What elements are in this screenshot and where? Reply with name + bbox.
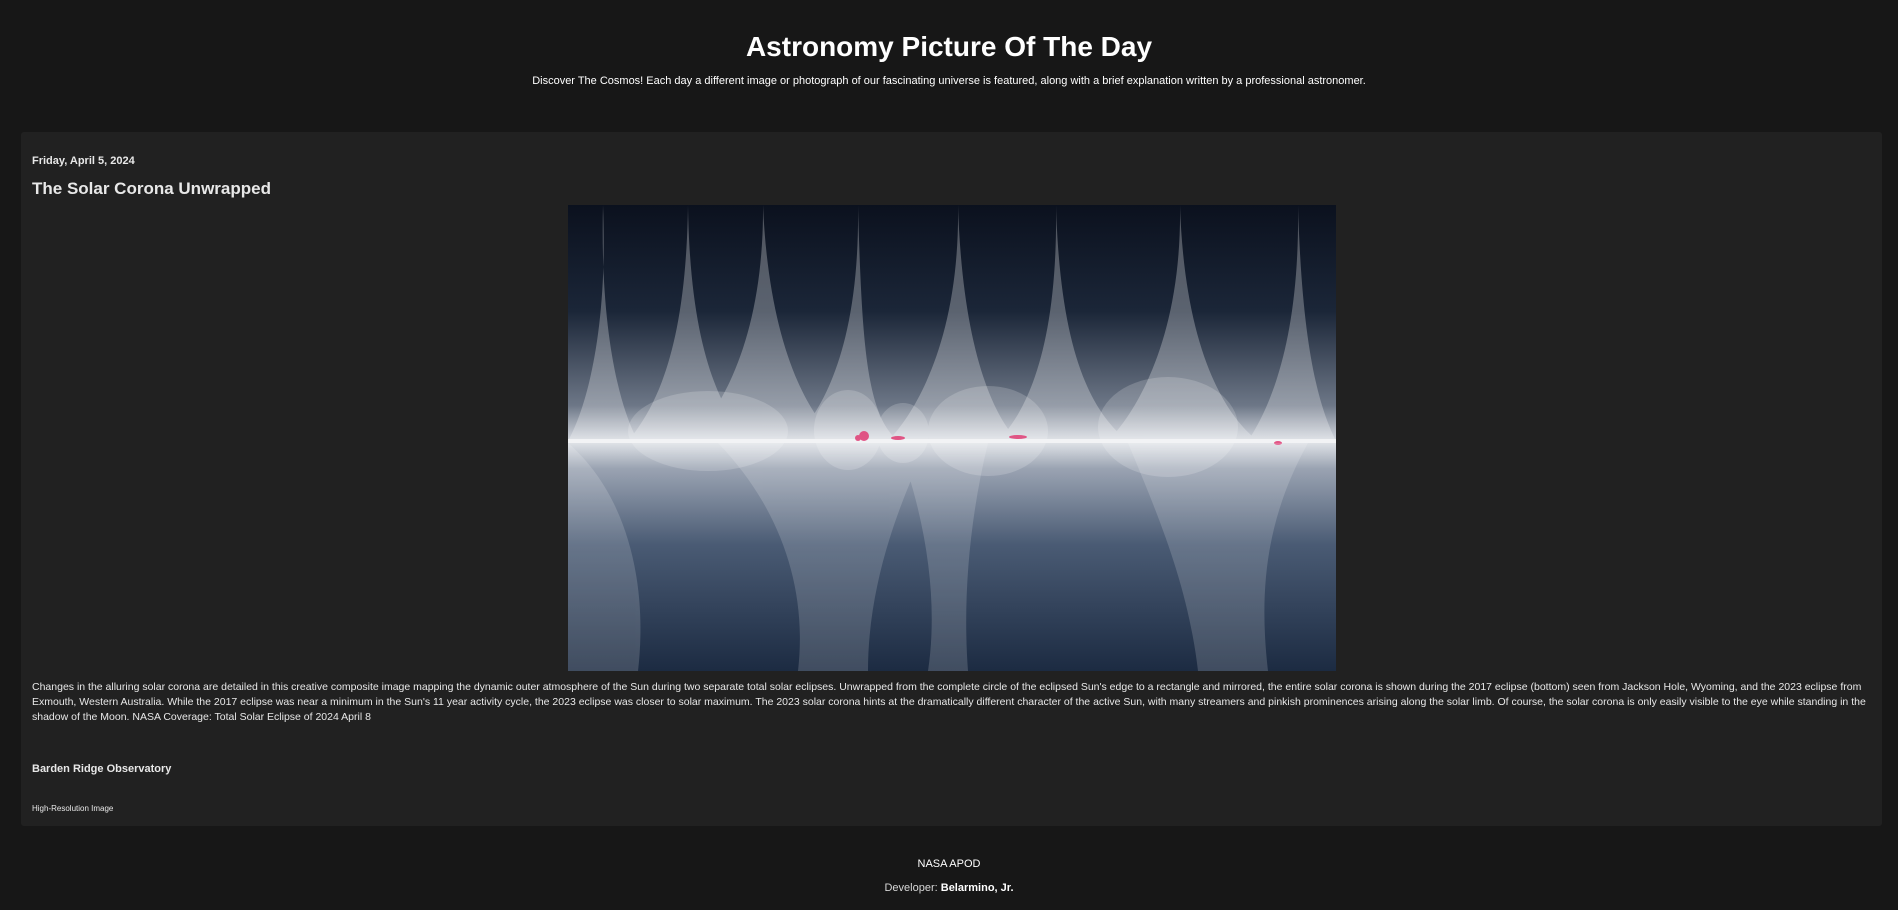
site-footer: NASA APOD Developer: Belarmino, Jr.	[0, 826, 1898, 910]
footer-brand: NASA APOD	[917, 858, 981, 870]
post-title: The Solar Corona Unwrapped	[32, 179, 271, 198]
site-header: Astronomy Picture Of The Day Discover Th…	[0, 0, 1898, 132]
post-explanation: Changes in the alluring solar corona are…	[32, 681, 1866, 723]
footer-developer: Developer: Belarmino, Jr.	[0, 881, 1898, 895]
high-resolution-image-link[interactable]: High-Resolution Image	[32, 804, 113, 814]
site-title: Astronomy Picture Of The Day	[745, 31, 1153, 62]
apod-card: Friday, April 5, 2024 The Solar Corona U…	[21, 132, 1882, 826]
developer-name: Belarmino, Jr.	[940, 882, 1014, 894]
solar-corona-image	[568, 205, 1336, 671]
apod-image	[568, 205, 1336, 671]
developer-label: Developer:	[884, 882, 938, 894]
image-credit: Barden Ridge Observatory	[32, 763, 172, 775]
site-subtitle: Discover The Cosmos! Each day a differen…	[532, 75, 1366, 87]
post-date: Friday, April 5, 2024	[32, 155, 135, 167]
